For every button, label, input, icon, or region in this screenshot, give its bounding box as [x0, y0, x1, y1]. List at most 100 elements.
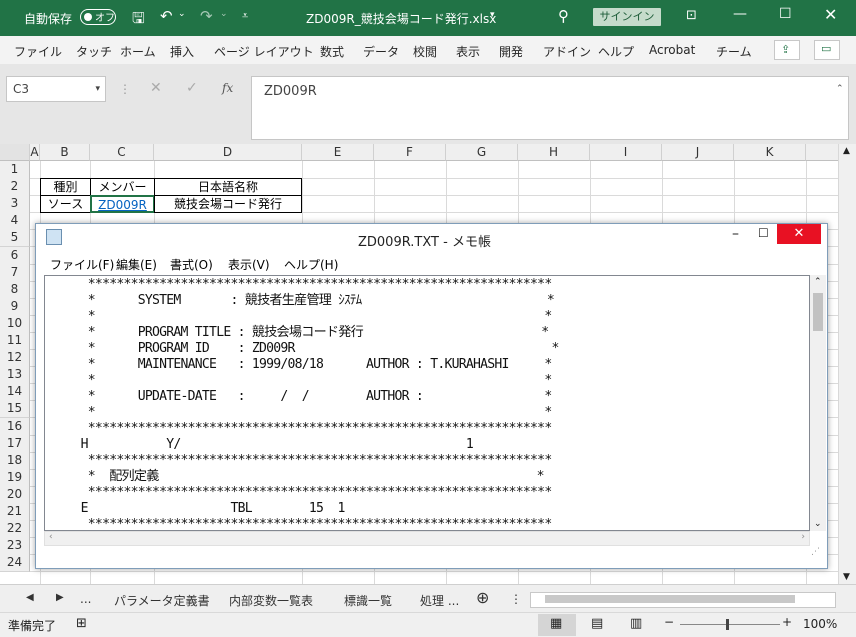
tab-team[interactable]: チーム — [716, 43, 752, 60]
notepad-title-bar[interactable]: ZD009R.TXT - メモ帳 – ☐ ✕ — [36, 224, 827, 253]
notepad-window[interactable]: ZD009R.TXT - メモ帳 – ☐ ✕ ファイル(F) 編集(E) 書式(… — [35, 223, 828, 569]
tab-file[interactable]: ファイル — [14, 43, 62, 60]
share-button[interactable]: ⇪ — [774, 40, 800, 60]
ribbon-display-icon[interactable]: ⊡ — [686, 8, 697, 23]
notepad-vertical-scrollbar[interactable]: ⌃ ⌄ — [810, 275, 826, 531]
row-header[interactable]: 17 — [0, 434, 30, 453]
cell-b2[interactable]: 種別 — [40, 178, 91, 196]
row-header[interactable]: 20 — [0, 485, 30, 504]
normal-view-button[interactable]: ▦ — [538, 614, 576, 636]
scroll-left-icon[interactable]: ‹ — [49, 532, 53, 542]
insert-function-icon[interactable]: fx — [222, 81, 233, 95]
zoom-slider[interactable] — [680, 624, 780, 625]
column-header[interactable] — [806, 144, 838, 161]
name-box[interactable]: C3 ▾ — [6, 76, 106, 102]
search-icon[interactable]: ⚲ — [558, 7, 569, 25]
close-icon[interactable]: ✕ — [824, 5, 837, 24]
row-header[interactable]: 3 — [0, 195, 30, 214]
row-header[interactable]: 1 — [0, 161, 30, 179]
zoom-in-icon[interactable]: + — [782, 615, 792, 629]
zoom-level[interactable]: 100% — [803, 617, 837, 631]
cell-d3[interactable]: 競技会場コード発行 — [154, 195, 302, 213]
add-sheet-icon[interactable]: ⊕ — [476, 588, 489, 607]
cell-d2[interactable]: 日本語名称 — [154, 178, 302, 196]
row-header[interactable]: 7 — [0, 263, 30, 282]
cell-c2[interactable]: メンバー — [90, 178, 155, 196]
tab-data[interactable]: データ — [363, 43, 399, 60]
tab-help[interactable]: ヘルプ — [598, 43, 634, 60]
vertical-scrollbar[interactable]: ▲ ▼ — [838, 144, 856, 584]
row-header[interactable]: 10 — [0, 314, 30, 333]
undo-dropdown-icon[interactable]: ⌄ — [178, 9, 186, 19]
column-header[interactable]: K — [734, 144, 806, 161]
more-sheets[interactable]: ... — [80, 592, 91, 606]
notepad-maximize-icon[interactable]: ☐ — [758, 226, 769, 240]
resize-grip-icon[interactable]: ⋰ — [811, 547, 820, 557]
horizontal-scrollbar[interactable] — [530, 592, 836, 608]
macro-record-icon[interactable]: ⊞ — [76, 616, 87, 631]
select-all-corner[interactable] — [0, 144, 30, 161]
cancel-icon[interactable]: ✕ — [150, 80, 162, 96]
save-icon[interactable]: 🖫 — [132, 8, 145, 33]
redo-icon[interactable]: ↷ — [200, 7, 213, 25]
scroll-up-icon[interactable]: ▲ — [843, 146, 850, 156]
tab-acrobat[interactable]: Acrobat — [649, 43, 695, 57]
zoom-slider-handle[interactable] — [726, 619, 729, 630]
enter-icon[interactable]: ✓ — [186, 80, 198, 96]
row-header[interactable]: 19 — [0, 468, 30, 487]
undo-icon[interactable]: ↶ — [160, 7, 173, 25]
notepad-close-button[interactable]: ✕ — [777, 224, 821, 244]
autosave-toggle[interactable]: オフ — [80, 9, 116, 25]
scroll-thumb[interactable] — [545, 595, 795, 603]
scroll-up-icon[interactable]: ⌃ — [814, 277, 822, 287]
page-break-view-icon[interactable]: ▥ — [630, 616, 642, 631]
row-header[interactable]: 4 — [0, 212, 30, 231]
row-header[interactable]: 22 — [0, 520, 30, 539]
row-header[interactable]: 8 — [0, 280, 30, 299]
notepad-horizontal-scrollbar[interactable]: ‹ › — [44, 531, 810, 546]
tab-view[interactable]: 表示 — [456, 43, 480, 60]
minimize-icon[interactable]: — — [733, 6, 747, 22]
page-layout-view-icon[interactable]: ▤ — [591, 616, 603, 631]
row-header[interactable]: 15 — [0, 400, 30, 419]
column-header[interactable]: B — [40, 144, 90, 161]
cell-b3[interactable]: ソース — [40, 195, 91, 213]
row-header[interactable]: 11 — [0, 332, 30, 350]
tab-formulas[interactable]: 数式 — [320, 43, 344, 60]
sheet-tab[interactable]: 標識一覧 — [344, 592, 392, 609]
maximize-icon[interactable]: ☐ — [779, 6, 792, 22]
comments-button[interactable]: ▭ — [814, 40, 840, 60]
formula-input[interactable]: ZD009R — [251, 76, 849, 140]
row-header[interactable]: 12 — [0, 349, 30, 368]
column-header[interactable]: F — [374, 144, 446, 161]
sheet-tab[interactable]: 処理 ... — [420, 592, 459, 609]
customize-qat-icon[interactable]: ⩡ — [242, 9, 248, 23]
menu-edit[interactable]: 編集(E) — [116, 256, 157, 273]
next-sheet-icon[interactable]: ▶ — [56, 592, 64, 603]
sheet-tab[interactable]: 内部変数一覧表 — [229, 592, 313, 609]
column-header[interactable]: D — [154, 144, 302, 161]
chevron-down-icon[interactable]: ▾ — [95, 77, 100, 101]
tab-developer[interactable]: 開発 — [499, 43, 523, 60]
tab-home[interactable]: ホーム — [120, 43, 156, 60]
scroll-down-icon[interactable]: ▼ — [843, 572, 850, 582]
row-header[interactable]: 9 — [0, 297, 30, 316]
column-header[interactable]: J — [662, 144, 734, 161]
sheet-tab[interactable]: パラメータ定義書 — [114, 592, 210, 609]
row-header[interactable]: 13 — [0, 366, 30, 385]
tab-touch[interactable]: タッチ — [76, 43, 112, 60]
row-header[interactable]: 5 — [0, 229, 30, 248]
menu-format[interactable]: 書式(O) — [170, 256, 213, 273]
notepad-minimize-icon[interactable]: – — [732, 226, 739, 242]
row-header[interactable]: 14 — [0, 383, 30, 402]
zoom-out-icon[interactable]: − — [664, 615, 674, 629]
row-header[interactable]: 16 — [0, 417, 30, 436]
row-header[interactable]: 18 — [0, 451, 30, 470]
tab-review[interactable]: 校閲 — [413, 43, 437, 60]
notepad-text-area[interactable]: ****************************************… — [44, 275, 810, 531]
row-header[interactable]: 2 — [0, 178, 30, 197]
scroll-right-icon[interactable]: › — [801, 532, 805, 542]
scroll-down-icon[interactable]: ⌄ — [814, 519, 822, 529]
menu-view[interactable]: 表示(V) — [228, 256, 270, 273]
signin-button[interactable]: サインイン — [593, 8, 661, 26]
